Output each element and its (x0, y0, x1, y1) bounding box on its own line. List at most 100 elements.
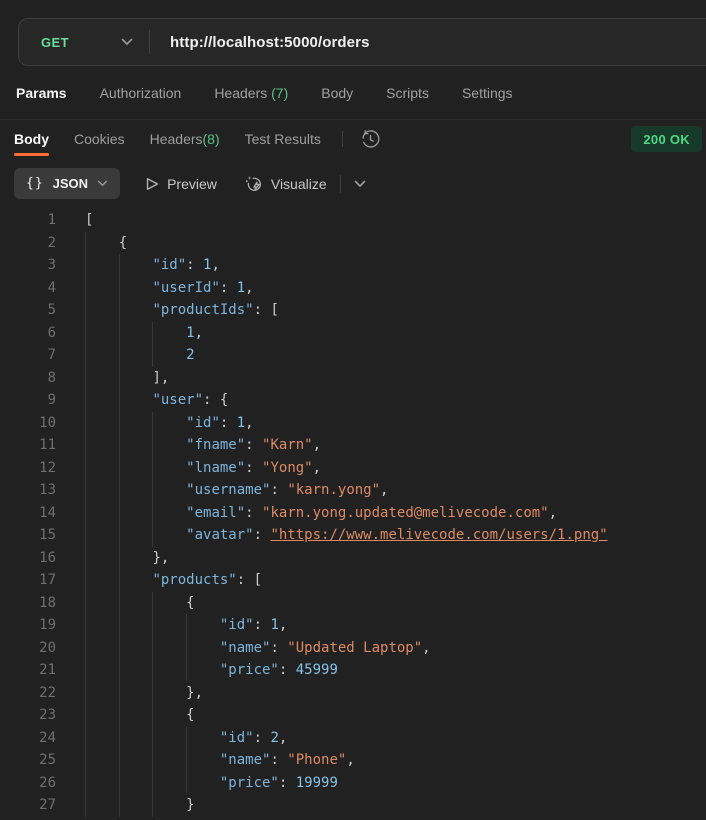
code-token: "Updated Laptop" (287, 639, 423, 656)
code-token: { (118, 234, 128, 251)
code-text: "id": 1, (85, 254, 219, 277)
code-line: 8 ], (0, 366, 706, 389)
preview-label: Preview (167, 175, 217, 192)
code-text: { (85, 704, 195, 727)
response-history-button[interactable] (360, 129, 381, 150)
code-token: "Yong" (262, 459, 313, 476)
magic-sparkle-icon (245, 175, 261, 191)
code-text: "username": "karn.yong", (85, 479, 388, 502)
line-number: 2 (47, 234, 56, 251)
code-text: "name": "Phone", (85, 749, 355, 772)
response-body-json[interactable]: 1[2 {3 "id": 1, 4 "userId": 1, 5 "productI… (0, 209, 706, 820)
code-token: : (245, 437, 263, 453)
request-tab-headers[interactable]: Headers (7) (214, 85, 288, 101)
code-token: : (270, 752, 288, 768)
line-number: 19 (39, 617, 56, 633)
code-token: : (253, 729, 271, 746)
avatar-url-link[interactable]: "https://www.melivecode.com/users/1.png" (270, 527, 607, 543)
method-url-divider (149, 30, 150, 54)
line-number: 8 (47, 369, 56, 386)
code-token: "user" (152, 392, 204, 408)
visualize-label: Visualize (270, 175, 327, 192)
code-line: 26 "price": 19999 (0, 771, 706, 795)
code-token: "name" (219, 752, 271, 768)
code-token: { (186, 707, 195, 723)
code-text: "productIds": [ (85, 299, 279, 322)
response-tab-headers[interactable]: Headers (8) (150, 120, 220, 158)
code-line: 17 "products": [ (0, 569, 706, 592)
line-number: 25 (39, 752, 56, 768)
preview-button[interactable]: Preview (146, 176, 217, 192)
code-text: } (85, 794, 194, 817)
format-select[interactable]: {} JSON (14, 168, 121, 199)
response-tab-body[interactable]: Body (14, 120, 49, 158)
response-toolbar: {} JSON Preview Visualize (0, 158, 706, 209)
more-formats-button[interactable] (354, 180, 366, 188)
line-number: 20 (39, 639, 56, 656)
code-token: { (186, 594, 195, 611)
code-token: "id" (152, 257, 187, 273)
code-token: , (312, 437, 322, 453)
request-tab-scripts[interactable]: Scripts (386, 85, 429, 101)
code-token: 1 (186, 324, 195, 341)
code-token: : (253, 527, 271, 543)
line-number: 14 (39, 504, 56, 521)
code-text: "id": 1, (85, 412, 253, 435)
method-select[interactable]: GET (19, 19, 149, 65)
code-text: "email": "karn.yong.updated@melivecode.c… (85, 502, 557, 525)
line-number: 4 (47, 279, 56, 296)
code-line: 6 1, (0, 321, 706, 344)
url-bar: GET http://localhost:5000/orders (18, 18, 706, 66)
code-line: 1[ (0, 209, 706, 232)
request-tab-authorization[interactable]: Authorization (100, 85, 182, 101)
code-text: }, (85, 682, 203, 705)
code-token: : (186, 257, 204, 273)
braces-icon: {} (26, 176, 44, 191)
code-text: "user": { (85, 389, 228, 412)
code-line: 25 "name": "Phone", (0, 749, 706, 772)
request-tab-body[interactable]: Body (321, 85, 353, 101)
code-line: 12 "lname": "Yong", (0, 456, 706, 480)
code-text: "name": "Updated Laptop", (85, 637, 431, 660)
status-badge[interactable]: 200 OK (631, 126, 702, 152)
code-token: : (245, 504, 263, 521)
response-tab-cookies[interactable]: Cookies (74, 120, 125, 158)
response-tabs-divider (341, 131, 343, 147)
code-token: : [ (253, 302, 279, 318)
url-input[interactable]: http://localhost:5000/orders (170, 34, 370, 51)
code-line: 19 "id": 1, (0, 614, 706, 637)
visualize-button[interactable]: Visualize (245, 175, 327, 193)
play-outline-icon (146, 177, 159, 190)
response-tab-test-results[interactable]: Test Results (245, 120, 321, 158)
code-text: "price": 19999 (85, 772, 338, 795)
code-token: : (245, 459, 263, 476)
code-line: 9 "user": { (0, 389, 706, 412)
code-token: "karn.yong.updated@melivecode.com" (262, 504, 549, 521)
tab-count-badge: (7) (267, 84, 289, 101)
code-token: "email" (186, 504, 246, 521)
code-text: "lname": "Yong", (85, 457, 321, 480)
history-clock-icon (362, 129, 380, 148)
code-token: 19999 (295, 774, 338, 791)
code-token: "fname" (186, 437, 246, 453)
code-token: , (422, 639, 431, 656)
code-line: 21 "price": 45999 (0, 659, 706, 682)
line-number: 17 (39, 572, 56, 588)
code-token: 1 (236, 414, 246, 431)
code-line: 11 "fname": "Karn", (0, 434, 706, 457)
line-number: 18 (39, 594, 56, 611)
code-text: "price": 45999 (85, 659, 338, 682)
format-label: JSON (52, 176, 89, 191)
code-token: : (278, 774, 296, 791)
code-text: "fname": "Karn", (85, 434, 321, 457)
code-token: 45999 (295, 662, 338, 678)
code-token: "username" (186, 482, 271, 498)
request-tab-params[interactable]: Params (16, 85, 67, 101)
code-token: , (548, 504, 558, 521)
code-token: : (270, 482, 288, 498)
request-tabs: Params Authorization Headers (7) Body Script… (0, 66, 706, 120)
toolbar-divider (339, 174, 341, 193)
code-token: "lname" (186, 459, 246, 476)
code-line: 7 2 (0, 344, 706, 367)
request-tab-settings[interactable]: Settings (462, 85, 513, 101)
